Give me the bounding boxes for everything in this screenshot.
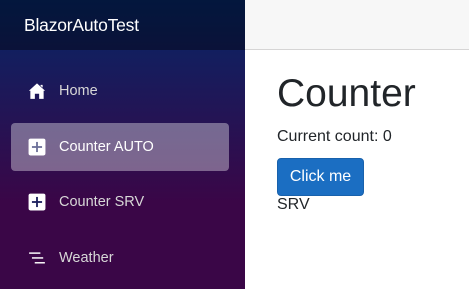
sidebar-item-label: Home <box>59 83 98 99</box>
page-title: Counter <box>277 72 416 115</box>
sidebar-header: BlazorAutoTest <box>0 0 245 50</box>
sidebar-item-counter-srv[interactable]: Counter SRV <box>11 178 229 226</box>
house-icon <box>27 81 47 101</box>
sidebar-item-label: Counter SRV <box>59 194 145 210</box>
sidebar-item-counter-auto[interactable]: Counter AUTO <box>11 123 229 171</box>
click-me-button[interactable]: Click me <box>277 158 364 196</box>
main-content: Counter Current count: 0 Click me SRV <box>277 50 469 214</box>
sidebar-item-weather[interactable]: Weather <box>11 234 229 282</box>
top-row <box>245 0 469 50</box>
render-mode-label: SRV <box>277 196 310 213</box>
sidebar-item-home[interactable]: Home <box>11 67 229 115</box>
sidebar: BlazorAutoTest Home Counter AUTO Counter… <box>0 0 245 289</box>
current-count-text: Current count: 0 <box>277 128 392 145</box>
brand-link[interactable]: BlazorAutoTest <box>24 15 139 36</box>
sidebar-item-label: Counter AUTO <box>59 139 154 155</box>
app-root: BlazorAutoTest Home Counter AUTO Counter… <box>0 0 469 289</box>
sidebar-item-label: Weather <box>59 250 114 266</box>
plus-square-icon <box>27 192 47 212</box>
list-nested-icon <box>27 248 47 268</box>
plus-square-icon <box>27 137 47 157</box>
